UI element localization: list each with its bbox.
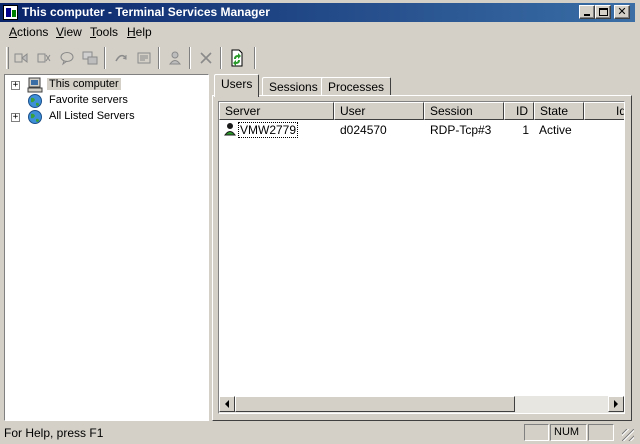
menu-help-accel: H: [127, 25, 136, 39]
cell-state: Active: [539, 123, 572, 137]
cell-server-text: VMW2779: [238, 122, 299, 138]
arrow-left-icon: [225, 400, 229, 408]
maximize-button[interactable]: [595, 5, 611, 19]
tree-item-label: All Listed Servers: [49, 110, 135, 122]
menu-view[interactable]: View: [56, 25, 82, 39]
column-header-server[interactable]: Server: [219, 102, 334, 120]
column-header-session[interactable]: Session: [424, 102, 504, 120]
cell-id: 1: [522, 123, 529, 137]
toolbar-separator: [220, 47, 222, 69]
menu-tools-label: ools: [96, 25, 119, 39]
toolbar-grip[interactable]: [6, 47, 9, 69]
menu-actions-accel: A: [9, 25, 18, 39]
window-title: This computer - Terminal Services Manage…: [22, 5, 270, 19]
tree-item-label: Favorite servers: [49, 94, 128, 106]
scroll-left-button[interactable]: [219, 396, 235, 412]
close-button[interactable]: ✕: [614, 5, 630, 19]
cell-server: VMW2779: [238, 122, 299, 138]
tab-strip: Users Sessions Processes: [212, 74, 632, 97]
maximize-icon: [598, 8, 608, 16]
menu-actions-label: ctions: [17, 25, 49, 39]
menu-help[interactable]: Help: [127, 25, 152, 39]
list-header: Server User Session ID State Id: [219, 102, 624, 120]
end-process-icon: [200, 52, 212, 64]
end-process-button[interactable]: [195, 47, 217, 69]
server-tree[interactable]: + This computer Favorite servers + All L…: [4, 74, 209, 421]
tree-item-favorite-servers[interactable]: Favorite servers: [5, 93, 205, 109]
toolbar-separator: [104, 47, 106, 69]
send-message-button[interactable]: [56, 47, 78, 69]
toolbar: [4, 44, 634, 72]
remote-control-icon: [82, 51, 98, 65]
refresh-icon: [231, 49, 243, 67]
status-num-indicator: NUM: [550, 424, 587, 441]
logoff-button[interactable]: [164, 47, 186, 69]
globe-icon: [28, 110, 42, 124]
tab-sessions[interactable]: Sessions: [262, 77, 325, 96]
reset-icon: [115, 54, 127, 62]
title-bar[interactable]: This computer - Terminal Services Manage…: [0, 3, 635, 22]
status-icon: [137, 52, 151, 64]
expand-icon[interactable]: +: [11, 113, 20, 122]
cell-user: d024570: [340, 123, 387, 137]
minimize-button[interactable]: [579, 5, 595, 19]
tab-processes[interactable]: Processes: [321, 77, 392, 96]
scroll-thumb[interactable]: [235, 396, 515, 412]
toolbar-separator: [189, 47, 191, 69]
menu-view-label: iew: [63, 25, 82, 39]
toolbar-separator: [158, 47, 160, 69]
logoff-icon: [169, 51, 181, 65]
column-header-user[interactable]: User: [334, 102, 424, 120]
status-bar: For Help, press F1 NUM: [0, 423, 636, 443]
menu-actions[interactable]: Actions: [9, 25, 48, 39]
computer-icon: [27, 77, 43, 93]
column-header-id[interactable]: ID: [504, 102, 534, 120]
cell-session: RDP-Tcp#3: [430, 123, 492, 137]
horizontal-scrollbar[interactable]: [219, 396, 624, 413]
close-icon: ✕: [617, 5, 627, 18]
user-icon: [224, 123, 236, 136]
resize-grip[interactable]: [622, 429, 634, 441]
arrow-right-icon: [614, 400, 618, 408]
toolbar-separator: [254, 47, 256, 69]
column-header-idle[interactable]: Id: [584, 102, 624, 120]
disconnect-icon: [37, 53, 51, 63]
scroll-right-button[interactable]: [608, 396, 624, 412]
menu-bar: Actions View Tools Help: [0, 23, 635, 41]
connect-icon: [14, 52, 28, 64]
reset-button[interactable]: [110, 47, 132, 69]
users-list[interactable]: Server User Session ID State Id VMW2779 …: [218, 101, 625, 414]
connect-button[interactable]: [10, 47, 32, 69]
tree-item-all-listed-servers[interactable]: + All Listed Servers: [5, 109, 205, 125]
menu-view-accel: V: [56, 25, 64, 39]
refresh-button[interactable]: [226, 47, 248, 69]
app-icon[interactable]: [3, 5, 18, 20]
expand-icon[interactable]: +: [11, 81, 20, 90]
tab-users[interactable]: Users: [214, 74, 260, 97]
tree-item-this-computer[interactable]: + This computer: [5, 77, 205, 93]
globe-icon: [28, 94, 42, 108]
minimize-icon: [584, 14, 590, 16]
status-help-text: For Help, press F1: [4, 426, 104, 440]
status-button[interactable]: [133, 47, 155, 69]
status-pane-scroll: [588, 424, 614, 441]
column-header-state[interactable]: State: [534, 102, 584, 120]
send-message-icon: [60, 52, 74, 66]
disconnect-button[interactable]: [33, 47, 55, 69]
table-row[interactable]: VMW2779 d024570 RDP-Tcp#3 1 Active: [219, 121, 624, 138]
remote-control-button[interactable]: [79, 47, 101, 69]
tree-item-label: This computer: [47, 78, 121, 90]
menu-tools[interactable]: Tools: [90, 25, 118, 39]
menu-help-label: elp: [135, 25, 152, 39]
status-pane-empty: [524, 424, 549, 441]
main-window: This computer - Terminal Services Manage…: [0, 0, 640, 444]
details-pane: Users Sessions Processes Server User Ses…: [212, 74, 632, 421]
